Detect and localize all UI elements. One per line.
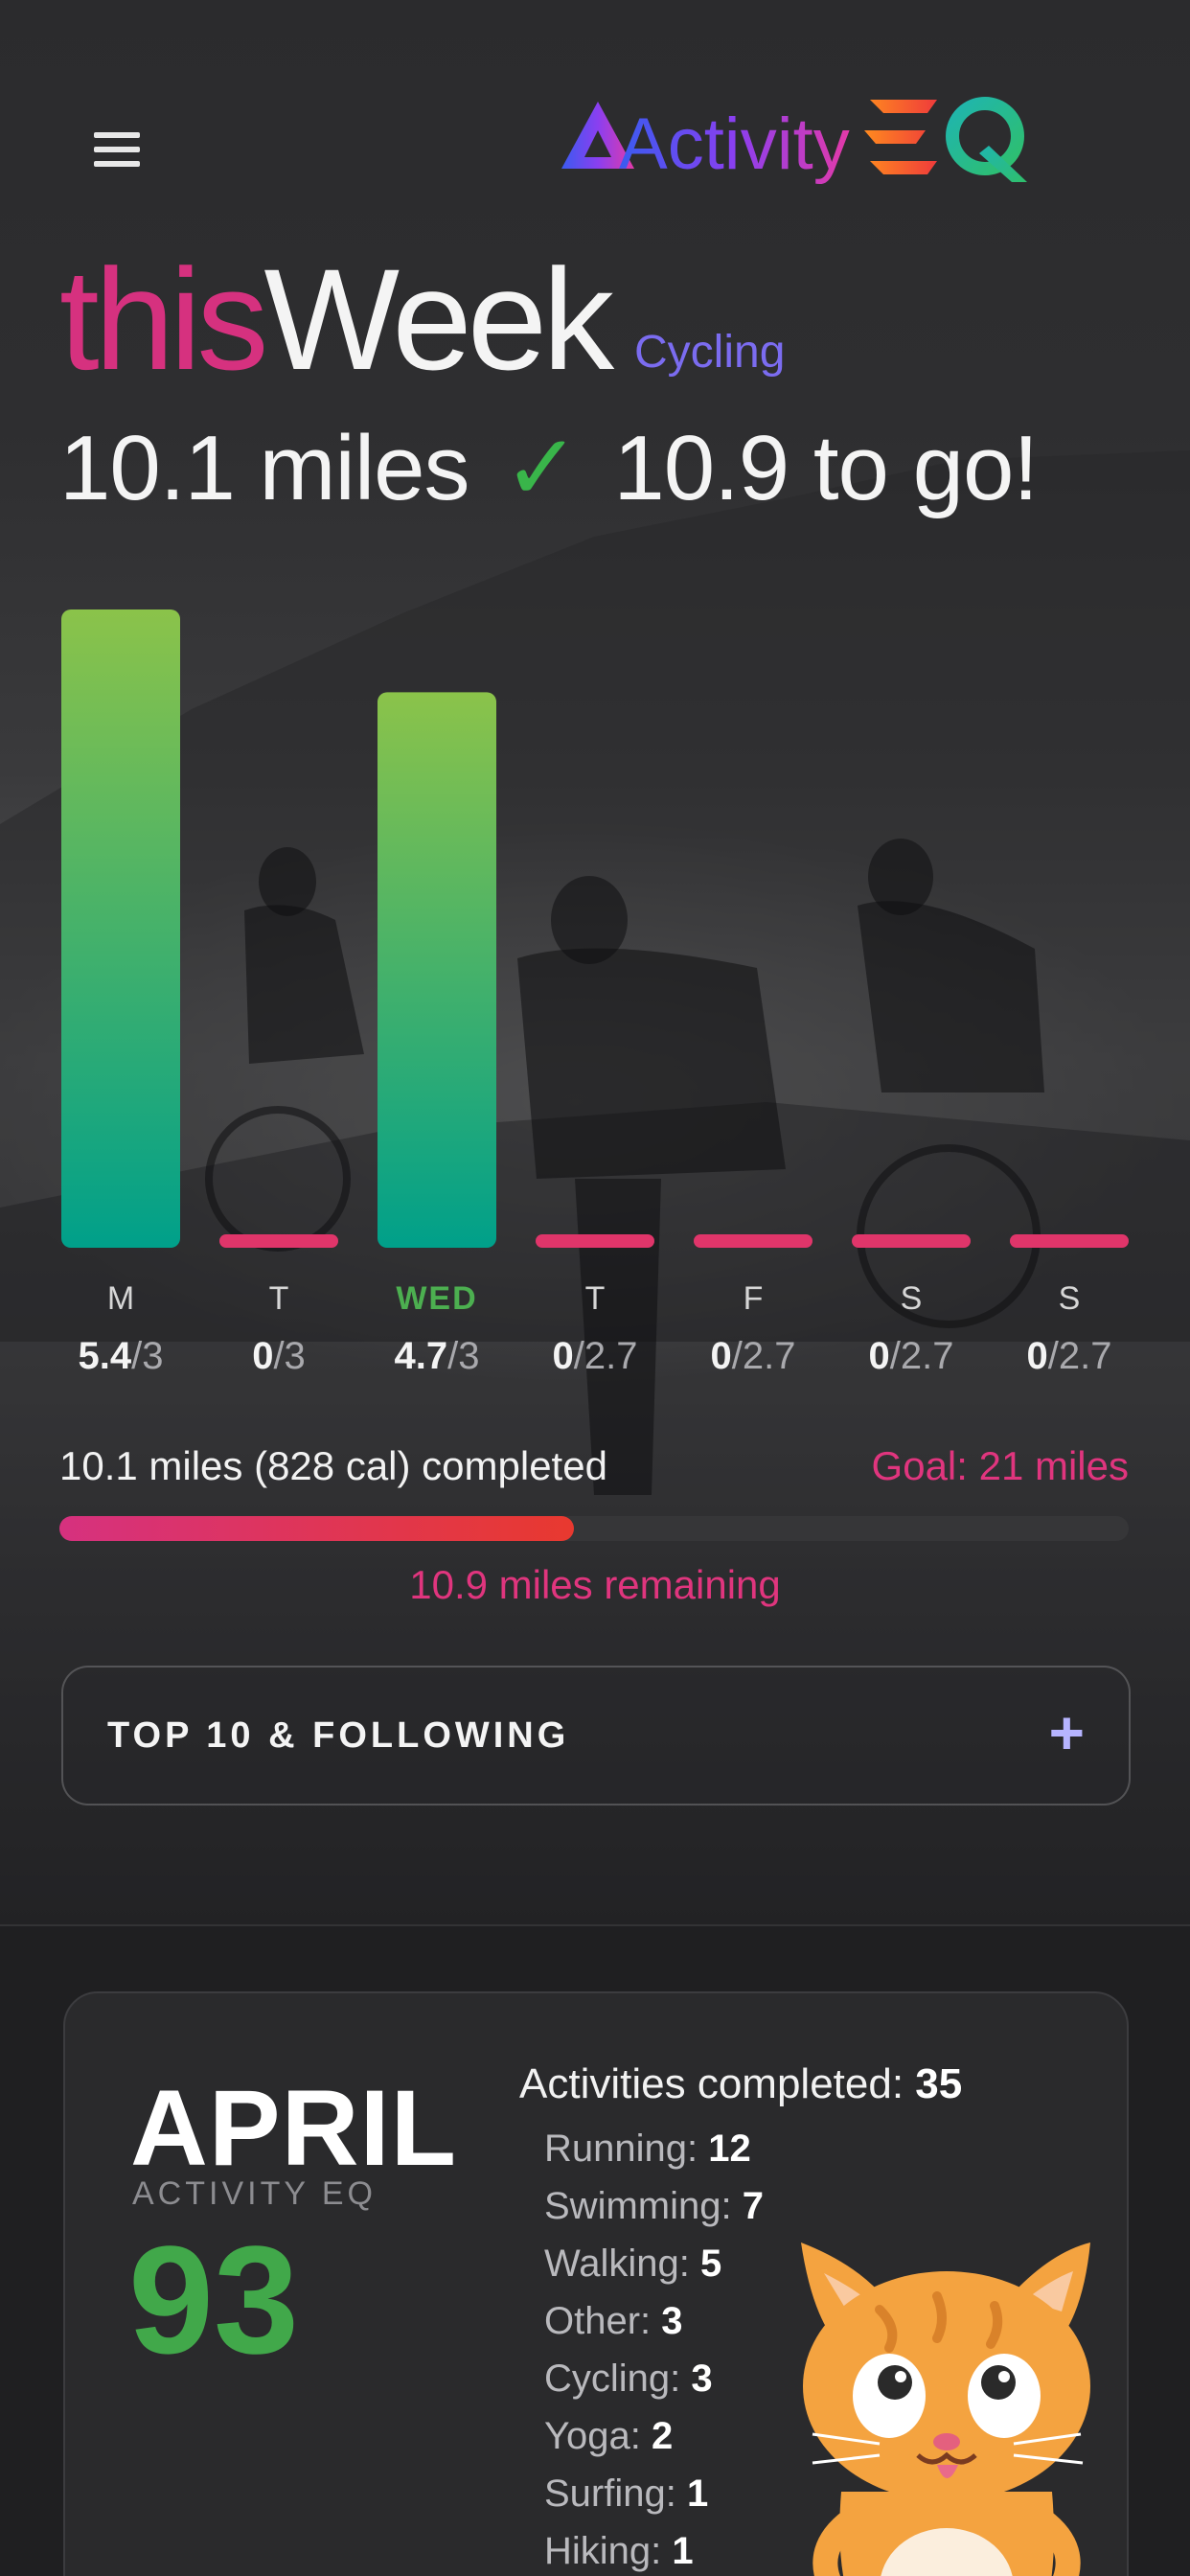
progress-bar-fill [59,1516,574,1541]
menu-line [94,132,140,138]
activity-count: 2 [651,2415,674,2457]
activity-label: Running: [544,2128,698,2170]
chart-value-label: 0/2.7 [1027,1335,1112,1377]
chart-value-label: 0/2.7 [711,1335,796,1377]
activities-total-value: 35 [915,2060,963,2107]
activity-eq-logo: Activity [561,97,1027,185]
top10-following-button[interactable]: TOP 10 & FOLLOWING + [61,1666,1131,1806]
activity-row-hiking: Hiking: 1 [544,2522,764,2576]
chart-day-label: T [269,1280,289,1317]
chart-bar [378,692,496,1248]
logo-text-activity: Activity [619,104,850,185]
chart-day-label: F [744,1280,764,1317]
month-subtitle: ACTIVITY EQ [132,2175,377,2212]
chart-day-label: T [585,1280,606,1317]
activity-row-surfing: Surfing: 1 [544,2465,764,2522]
activity-count: 7 [742,2185,764,2227]
month-summary-card: APRIL ACTIVITY EQ 93 Activities complete… [63,1991,1129,2576]
chart-bar-empty [852,1234,971,1248]
weekly-bar-chart: M 5.4/3 T 0/3 WED 4.7/3 T 0/2.7 F 0/2.7 S 0/2.7 S 0/2… [61,610,1129,1377]
chart-day-label: S [1059,1280,1081,1317]
activity-row-cycling: Cycling: 3 [544,2350,764,2407]
activity-row-running: Running: 12 [544,2120,764,2177]
chart-bar [61,610,180,1248]
month-name: APRIL [130,2068,457,2188]
chart-bar-empty [694,1234,812,1248]
chart-value-label: 5.4/3 [79,1335,164,1377]
activity-row-swimming: Swimming: 7 [544,2177,764,2235]
activity-label: Cycling: [544,2358,681,2400]
activity-row-yoga: Yoga: 2 [544,2407,764,2465]
activity-label: Hiking: [544,2530,662,2572]
activity-count: 12 [708,2128,751,2170]
activities-total: Activities completed: 35 [519,2060,962,2108]
activity-row-walking: Walking: 5 [544,2235,764,2292]
section-divider [0,1924,1190,1926]
chart-bar-empty [219,1234,338,1248]
miles-done: 10.1 miles [59,417,470,519]
chart-value-label: 0/2.7 [553,1335,638,1377]
menu-line [94,161,140,167]
activity-count: 1 [672,2530,694,2572]
activity-breakdown-list: Running: 12 Swimming: 7 Walking: 5 Other… [544,2120,764,2576]
week-summary: 10.1 miles ✓ 10.9 to go! [59,414,1039,521]
activity-count: 5 [700,2242,722,2285]
chart-bar-empty [1010,1234,1129,1248]
chart-value-label: 4.7/3 [395,1335,480,1377]
activity-type-label: Cycling [634,327,786,378]
activity-row-other: Other: 3 [544,2292,764,2350]
progress-bar [59,1516,1129,1541]
week-title: thisWeek [59,247,614,391]
activity-count: 3 [691,2358,713,2400]
week-title-week: Week [263,239,614,400]
chart-day-label: WED [396,1280,477,1317]
activities-total-label: Activities completed: [519,2060,904,2107]
activity-label: Yoga: [544,2415,641,2457]
completed-summary: 10.1 miles (828 cal) completed [59,1443,607,1488]
chart-day-label: M [107,1280,134,1317]
activity-label: Walking: [544,2242,690,2285]
top10-label: TOP 10 & FOLLOWING [107,1715,570,1756]
chart-bar-empty [536,1234,654,1248]
activity-count: 1 [686,2472,709,2515]
menu-line [94,147,140,152]
chart-value-label: 0/3 [252,1335,306,1377]
hamburger-menu-button[interactable] [94,132,140,171]
cat-mascot-illustration [801,2242,1090,2576]
activity-count: 3 [661,2300,683,2342]
miles-to-go: 10.9 to go! [613,417,1039,519]
app-screen: Activity thisWeek Cycling 10.1 miles ✓ 1… [0,0,1190,2576]
goal-label: Goal: 21 miles [871,1443,1129,1488]
activity-label: Swimming: [544,2185,732,2227]
week-title-this: this [59,239,268,400]
checkmark-icon: ✓ [503,417,580,519]
activity-label: Surfing: [544,2472,676,2515]
chart-day-label: S [901,1280,923,1317]
chart-value-label: 0/2.7 [869,1335,954,1377]
plus-icon[interactable]: + [1049,1702,1085,1763]
activity-label: Other: [544,2300,652,2342]
activity-eq-score: 93 [128,2214,299,2385]
remaining-label: 10.9 miles remaining [409,1562,781,1607]
